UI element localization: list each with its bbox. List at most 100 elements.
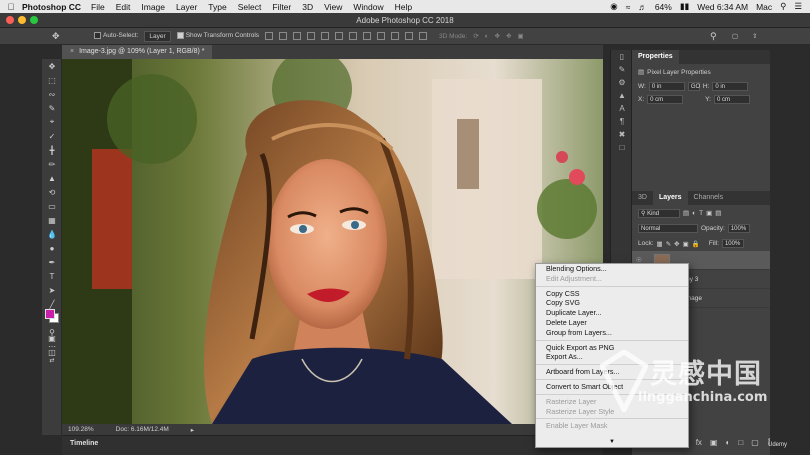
lasso-tool-icon[interactable]: ∾ [42, 87, 62, 101]
new-layer-icon[interactable]: ▢ [751, 438, 759, 447]
lock-image-icon[interactable]: ✎ [666, 240, 671, 248]
healing-brush-tool-icon[interactable]: ╋ [42, 143, 62, 157]
tab-3d[interactable]: 3D [632, 191, 653, 205]
filter-shape-icon[interactable]: ▣ [706, 209, 712, 217]
context-menu-item[interactable]: Convert to Smart Object [536, 382, 688, 392]
pen-tool-icon[interactable]: ✒ [42, 255, 62, 269]
show-transform-checkbox[interactable] [176, 32, 184, 40]
quick-select-tool-icon[interactable]: ✎ [42, 101, 62, 115]
filter-smart-icon[interactable]: ▤ [715, 209, 721, 217]
3d-roll-icon[interactable]: ◐ [485, 33, 489, 40]
move-tool-icon[interactable]: ✥ [52, 31, 60, 42]
crop-tool-icon[interactable]: ⌖ [42, 115, 62, 129]
lock-artboard-icon[interactable]: ▣ [683, 240, 689, 248]
zoom-window-button[interactable] [30, 16, 38, 24]
tab-properties[interactable]: Properties [632, 50, 679, 64]
dodge-tool-icon[interactable]: ● [42, 241, 62, 255]
marquee-tool-icon[interactable]: ⬚ [42, 73, 62, 87]
filter-kind-dropdown[interactable]: ⚲ Kind [638, 208, 680, 218]
context-menu-item[interactable]: Group from Layers... [536, 328, 688, 338]
lock-transparent-icon[interactable]: ▦ [657, 240, 663, 248]
share-icon[interactable]: ⇧ [752, 32, 757, 40]
clone-stamp-tool-icon[interactable]: ▲ [42, 171, 62, 185]
timeline-tab[interactable]: Timeline [70, 440, 98, 447]
context-menu-item[interactable]: Export As... [536, 352, 688, 362]
screen-mode-icon[interactable]: ◫ [42, 345, 62, 359]
new-group-icon[interactable]: □ [738, 438, 743, 447]
new-fill-layer-icon[interactable]: ◐ [726, 438, 731, 447]
close-tab-icon[interactable]: × [70, 48, 74, 55]
glyphs-panel-icon[interactable]: □ [611, 141, 633, 154]
user-name[interactable]: Mac [756, 2, 772, 12]
document-canvas[interactable] [62, 59, 603, 424]
opacity-field[interactable]: 100% [727, 224, 750, 233]
eyedropper-tool-icon[interactable]: ✓ [42, 129, 62, 143]
menu-layer[interactable]: Layer [176, 2, 197, 12]
auto-select-checkbox[interactable] [94, 32, 101, 40]
wifi-icon[interactable]: ≈ [626, 2, 631, 12]
blend-mode-dropdown[interactable]: Normal [638, 224, 698, 233]
align-bottom-icon[interactable] [293, 32, 302, 40]
adjustments-panel-icon[interactable]: ⚙ [611, 76, 633, 89]
3d-scale-icon[interactable]: ▣ [518, 32, 524, 40]
battery-icon[interactable]: ▮▮ [680, 1, 689, 12]
context-menu-item[interactable]: Delete Layer [536, 318, 688, 328]
apple-icon[interactable]:  [0, 2, 22, 12]
menu-select[interactable]: Select [238, 2, 262, 12]
clock[interactable]: Wed 6:34 AM [697, 2, 748, 12]
document-tab[interactable]: × Image-3.jpg @ 109% (Layer 1, RGB/8) * [62, 45, 213, 59]
path-select-tool-icon[interactable]: ➤ [42, 283, 62, 297]
menu-view[interactable]: View [324, 2, 342, 12]
height-field[interactable]: 0 in [712, 82, 749, 91]
menu-window[interactable]: Window [353, 2, 383, 12]
notification-icon[interactable]: ☰ [794, 1, 802, 12]
status-arrow-icon[interactable]: ▸ [191, 426, 194, 434]
3d-drag-icon[interactable]: ✥ [495, 32, 500, 40]
align-middle-icon[interactable] [279, 32, 288, 40]
creative-cloud-icon[interactable]: ◉ [610, 1, 617, 12]
paragraph-panel-icon[interactable]: ¶ [611, 115, 633, 128]
context-menu-item[interactable]: Artboard from Layers... [536, 367, 688, 377]
menu-help[interactable]: Help [395, 2, 412, 12]
distribute-bottom-icon[interactable] [377, 32, 386, 40]
minimize-window-button[interactable] [18, 16, 26, 24]
filter-pixel-icon[interactable]: ▤ [683, 209, 689, 217]
context-menu-item[interactable]: Duplicate Layer... [536, 308, 688, 318]
menu-file[interactable]: File [91, 2, 105, 12]
brush-tool-icon[interactable]: ✏ [42, 157, 62, 171]
foreground-color-swatch[interactable] [45, 309, 55, 319]
character-panel-icon[interactable]: A [611, 102, 633, 115]
fill-field[interactable]: 100% [721, 239, 744, 248]
menu-image[interactable]: Image [141, 2, 165, 12]
eraser-tool-icon[interactable]: ▭ [42, 199, 62, 213]
type-tool-icon[interactable]: T [42, 269, 62, 283]
scroll-down-icon[interactable]: ▼ [536, 438, 688, 447]
width-field[interactable]: 0 in [648, 82, 685, 91]
align-center-icon[interactable] [321, 32, 330, 40]
align-left-icon[interactable] [307, 32, 316, 40]
move-tool-icon[interactable]: ✥ [42, 59, 62, 73]
close-window-button[interactable] [6, 16, 14, 24]
distribute-center-icon[interactable] [405, 32, 414, 40]
search-icon[interactable]: ⚲ [780, 1, 786, 12]
brush-panel-icon[interactable]: ✎ [611, 63, 633, 76]
y-field[interactable]: 0 cm [713, 95, 750, 104]
blur-tool-icon[interactable]: 💧 [42, 227, 62, 241]
distribute-right-icon[interactable] [419, 32, 428, 40]
context-menu-item[interactable]: Copy SVG [536, 298, 688, 308]
zoom-level[interactable]: 109.28% [68, 426, 94, 433]
menu-type[interactable]: Type [208, 2, 226, 12]
filter-type-icon[interactable]: T [699, 210, 703, 217]
align-right-icon[interactable] [335, 32, 344, 40]
gradient-tool-icon[interactable]: ▦ [42, 213, 62, 227]
distribute-middle-icon[interactable] [363, 32, 372, 40]
3d-slide-icon[interactable]: ✥ [506, 32, 511, 40]
context-menu-item[interactable]: Quick Export as PNG [536, 343, 688, 353]
volume-icon[interactable]: ♬ [638, 2, 647, 12]
menu-filter[interactable]: Filter [272, 2, 291, 12]
clone-source-icon[interactable]: ▲ [611, 89, 633, 102]
filter-adjust-icon[interactable]: ◐ [692, 210, 696, 217]
distribute-left-icon[interactable] [391, 32, 400, 40]
quick-mask-icon[interactable]: ▣ [42, 331, 62, 345]
search-icon[interactable]: ⚲ [710, 31, 717, 42]
